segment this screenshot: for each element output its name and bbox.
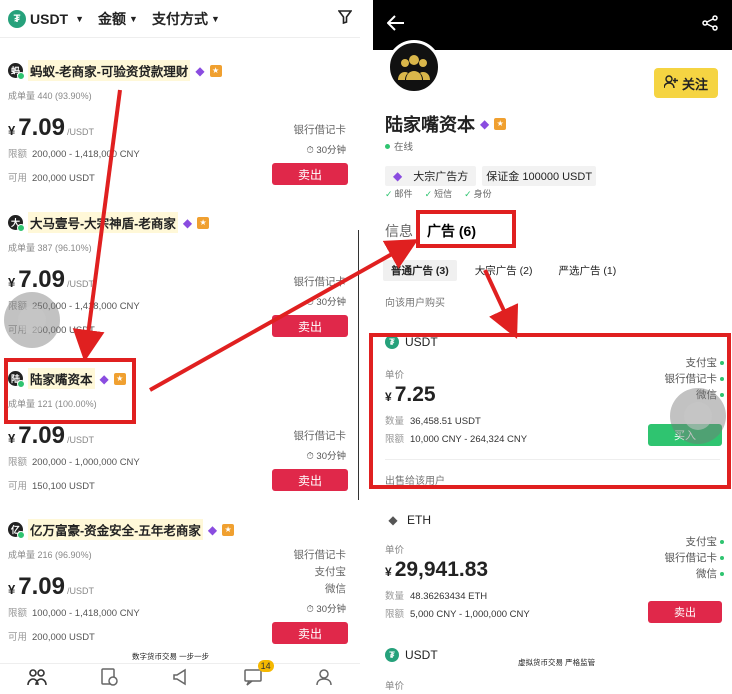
currency-symbol: ¥ [385,565,392,579]
ad-card[interactable]: ◆ ETH 单价 ¥29,941.83 数量 48.36263434 ETH 限额 5… [373,512,732,623]
price: 7.09 [18,266,65,293]
merchant-name[interactable]: 蚂蚁-老商家-可验资贷款理财 [28,60,191,81]
currency-symbol: ¥ [8,582,16,597]
limit: 限额 100,000 - 1,418,000 CNY [8,608,140,619]
payment-methods: 银行借记卡 支付宝 微信 [293,549,347,595]
payment-time: ⏱ 30分钟 [306,451,346,462]
limit: 限额 200,000 - 1,418,000 CNY [8,149,140,160]
filter-icon[interactable] [337,9,353,28]
sell-button[interactable]: 卖出 [272,315,348,337]
merchant-badge-icon: ★ [197,216,210,229]
payment-method: 银行借记卡 [293,430,347,442]
volume: 成单量 440 (93.90%) [8,91,92,101]
avatar[interactable]: 亿 [8,522,25,539]
verified-sms: ✓ 短信 [424,189,453,199]
check-icon: ✓ [424,189,433,199]
sell-button[interactable]: 卖出 [648,601,722,623]
add-user-icon [663,74,678,92]
currency-symbol: ¥ [8,431,16,446]
payment-method: 银行借记卡 [293,276,347,288]
payment-time: ⏱ 30分钟 [306,297,346,308]
diamond-icon: ◆ [207,522,218,537]
sell-button[interactable]: 卖出 [272,163,348,185]
tab-selected-ads[interactable]: 严选广告 (1) [551,260,625,281]
share-icon[interactable] [702,14,718,37]
online-dot-icon [385,143,390,149]
verifications: ✓ 邮件 ✓ 短信 ✓ 身份 [385,187,492,200]
avatar[interactable]: 大 [8,215,25,232]
payment-methods: 支付宝 银行借记卡 微信 [665,534,724,582]
merchant-card[interactable]: 亿亿万富豪-资金安全-五年老商家 ◆ ★ 成单量 216 (96.90%) ¥7.0… [0,519,360,644]
chat-nav-icon[interactable]: 14 [243,659,274,691]
deposit-tag: 保证金 100000 USDT [482,166,597,186]
caption: 数字货币交易 一步一步 [132,652,210,661]
filter-bar: ₮ USDT ▼ 金额 ▼ 支付方式 ▼ [0,0,360,38]
floating-touch-icon [4,292,60,348]
back-arrow-icon[interactable] [386,14,405,37]
buy-section-label: 向该用户购买 [385,298,445,309]
diamond-icon: ◆ [389,167,407,185]
price: 7.09 [18,422,65,449]
payment-method: 银行借记卡 [293,124,347,136]
sell-button[interactable]: 卖出 [272,622,348,644]
notification-badge: 14 [257,659,274,672]
caret-down-icon: ▼ [210,13,220,24]
profile-nav-icon[interactable] [315,668,333,691]
online-status: 在线 [385,139,413,153]
merchant-badge-icon: ★ [222,523,235,536]
merchant-tags: ◆ 大宗广告方 保证金 100000 USDT [385,166,597,186]
ad-subtabs: 普通广告 (3) 大宗广告 (2) 严选广告 (1) [383,260,624,281]
avatar[interactable]: 蚂 [8,63,25,80]
verified-id: ✓ 身份 [464,189,492,199]
left-screen: ₮ USDT ▼ 金额 ▼ 支付方式 ▼ 蚂蚂蚁-老商家-可验资贷款理财 ◆ ★ 成单量 … [0,0,360,694]
highlight-box [4,358,136,424]
payment-time: ⏱ 30分钟 [306,145,346,156]
limit: 限额 200,000 - 1,000,000 CNY [8,457,140,468]
merchant-name: 陆家嘴资本 ◆ ★ [385,111,507,137]
tab-info[interactable]: 信息 [385,221,413,241]
caret-down-icon: ▼ [129,13,138,24]
merchant-badge-icon: ★ [494,118,507,130]
merchant-badge-icon: ★ [209,64,222,77]
payment-filter[interactable]: 支付方式 ▼ [152,9,220,29]
announcement-nav-icon[interactable] [172,668,190,691]
amount-filter[interactable]: 金额 ▼ [98,9,138,29]
highlight-box [416,210,516,248]
ad-price: 29,941.83 [394,558,489,581]
check-icon: ✓ [385,189,393,199]
avatar [387,40,441,94]
caption: 虚拟货币交易 严格监管 [518,658,596,667]
coin-selector[interactable]: ₮ USDT ▼ [8,9,85,28]
tab-normal-ads[interactable]: 普通广告 (3) [383,260,457,281]
ad-card[interactable]: ₮ USDT 单价 [373,648,732,692]
usdt-icon: ₮ [8,9,26,28]
price: 7.09 [18,573,65,600]
merchant-card[interactable]: 蚂蚂蚁-老商家-可验资贷款理财 ◆ ★ 成单量 440 (93.90%) ¥7.09… [0,60,360,185]
usdt-icon: ₮ [385,648,399,662]
diamond-icon: ◆ [182,215,193,230]
sell-button[interactable]: 卖出 [272,469,348,491]
divider-line [358,230,359,500]
check-icon: ✓ [464,189,472,199]
price: 7.09 [18,114,65,141]
limit: 限额 250,000 - 1,418,000 CNY [8,301,140,312]
bottom-nav: 14 [0,659,360,694]
caret-down-icon: ▼ [75,13,85,24]
merchant-name[interactable]: 亿万富豪-资金安全-五年老商家 [28,519,203,540]
ethereum-icon: ◆ [388,513,398,527]
currency-symbol: ¥ [8,123,16,138]
highlight-box [369,333,731,489]
merchant-name[interactable]: 大马壹号-大宗神盾-老商家 [28,212,178,233]
diamond-icon: ◆ [195,63,205,78]
volume: 成单量 387 (96.10%) [8,243,92,253]
currency-symbol: ¥ [8,275,16,290]
tab-bulk-ads[interactable]: 大宗广告 (2) [467,260,541,281]
orders-nav-icon[interactable] [100,667,119,691]
diamond-icon: ◆ [480,117,490,131]
p2p-nav-icon[interactable] [26,668,47,691]
bulk-tag: ◆ 大宗广告方 [385,166,477,186]
verified-email: ✓ 邮件 [385,189,413,199]
payment-time: ⏱ 30分钟 [306,604,346,615]
follow-button[interactable]: 关注 [654,68,718,98]
